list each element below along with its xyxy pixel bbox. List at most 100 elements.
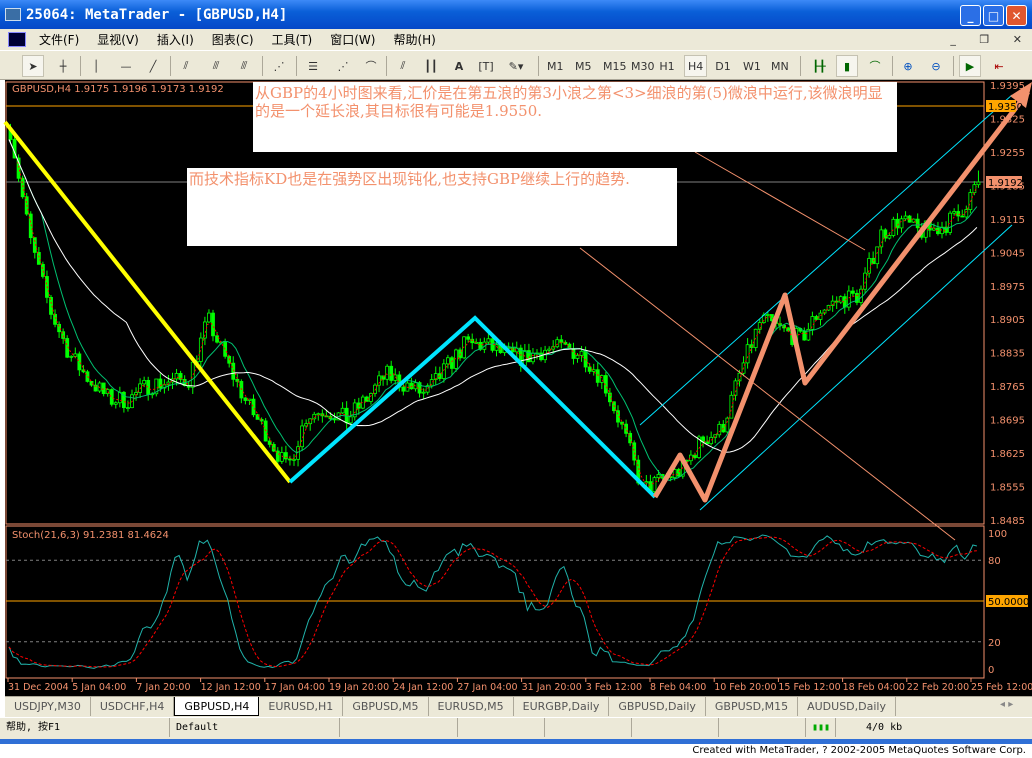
candle	[952, 211, 957, 214]
candle	[288, 458, 292, 461]
price-tick-label: 1.9115	[990, 215, 1025, 226]
candle	[53, 313, 57, 325]
time-tick-label: 3 Feb 12:00	[586, 682, 642, 693]
candle	[510, 347, 515, 353]
candle	[656, 474, 661, 479]
candle	[251, 398, 256, 416]
status-help: 帮助, 按F1	[0, 718, 170, 737]
taskbar-strip	[0, 739, 1032, 744]
pointer-arrow-1	[694, 151, 866, 251]
candle	[445, 357, 450, 365]
price-tick-label: 1.8905	[990, 315, 1025, 326]
candle	[401, 386, 406, 392]
candle	[101, 382, 106, 395]
candle	[215, 335, 219, 343]
tab-eurusd-m5[interactable]: EURUSD,M5	[429, 697, 514, 716]
candle	[340, 407, 345, 414]
candle	[883, 229, 888, 239]
time-tick-label: 8 Feb 04:00	[650, 682, 706, 693]
candle	[851, 290, 855, 294]
price-tick-label: 1.9395	[990, 81, 1025, 92]
candle	[802, 330, 807, 341]
candle	[486, 338, 491, 343]
time-tick-label: 10 Feb 20:00	[714, 682, 776, 693]
stoch-tick-label: 80	[988, 556, 1001, 567]
stoch-k-line	[8, 534, 978, 669]
candle	[818, 312, 823, 320]
price-tick-label: 1.8835	[990, 349, 1025, 360]
candle	[964, 209, 969, 218]
candle	[126, 407, 130, 410]
candle	[891, 218, 896, 236]
candle	[709, 436, 714, 445]
time-tick-label: 31 Dec 2004	[8, 682, 69, 693]
candle	[575, 355, 580, 359]
tab-gbpusd-daily[interactable]: GBPUSD,Daily	[609, 697, 706, 716]
candle	[765, 314, 770, 316]
candle	[142, 379, 147, 385]
candle	[316, 413, 321, 416]
time-tick-label: 24 Jan 12:00	[393, 682, 453, 693]
stoch-frame	[5, 525, 985, 679]
candle	[389, 365, 394, 381]
candle	[73, 353, 78, 357]
candle	[441, 363, 446, 379]
candle	[275, 450, 280, 462]
channel-lower-line	[699, 224, 1013, 511]
candle	[466, 336, 471, 340]
status-bar: 帮助, 按F1 Default ▮▮▮ 4/0 kb	[0, 718, 1032, 739]
chart-tabs: USDJPY,M30 USDCHF,H4 GBPUSD,H4 EURUSD,H1 GBP…	[5, 696, 1032, 717]
time-tick-label: 17 Jan 04:00	[265, 682, 325, 693]
current-price-label: 1.9192	[988, 178, 1023, 189]
candle	[705, 441, 709, 445]
candle	[976, 181, 981, 186]
candle	[385, 365, 390, 380]
stoch-tick-label: 50.0000	[988, 597, 1029, 608]
price-tick-label: 1.9255	[990, 148, 1025, 159]
tab-gbpusd-m5[interactable]: GBPUSD,M5	[343, 697, 429, 716]
stoch-tick-label: 20	[988, 638, 1001, 649]
time-tick-label: 22 Feb 20:00	[907, 682, 969, 693]
tab-eurusd-h1[interactable]: EURUSD,H1	[259, 697, 344, 716]
time-tick-label: 5 Jan 04:00	[72, 682, 126, 693]
stoch-header: Stoch(21,6,3) 91.2381 81.4624	[12, 530, 169, 541]
candle	[895, 218, 900, 229]
candle	[41, 263, 45, 277]
tab-usdjpy-m30[interactable]: USDJPY,M30	[5, 697, 91, 716]
candle	[915, 218, 920, 229]
candle	[899, 218, 904, 229]
annotation-box-1: 从GBP的4小时图来看,汇价是在第五浪的第3小浪之第<3>细浪的第(5)微浪中运…	[253, 82, 897, 152]
candle	[198, 337, 203, 362]
candle	[689, 454, 693, 462]
price-tick-label: 1.8625	[990, 449, 1025, 460]
tab-scroll-arrows[interactable]: ◂ ▸	[1000, 699, 1013, 710]
candle	[348, 416, 353, 424]
candle	[960, 215, 965, 218]
candle	[207, 312, 211, 323]
tab-eurgbp-daily[interactable]: EURGBP,Daily	[514, 697, 610, 716]
pointer-arrow-2	[579, 247, 956, 541]
time-tick-label: 12 Jan 12:00	[201, 682, 261, 693]
tab-audusd-daily[interactable]: AUDUSD,Daily	[798, 697, 896, 716]
candle	[948, 212, 952, 233]
time-tick-label: 7 Jan 20:00	[136, 682, 190, 693]
candle	[624, 423, 628, 434]
tab-usdchf-h4[interactable]: USDCHF,H4	[91, 697, 175, 716]
candle	[243, 397, 248, 401]
tab-gbpusd-m15[interactable]: GBPUSD,M15	[706, 697, 799, 716]
tab-gbpusd-h4[interactable]: GBPUSD,H4	[174, 697, 260, 716]
candle	[409, 382, 414, 390]
stoch-tick-label: 100	[988, 529, 1007, 540]
price-tick-label: 1.8975	[990, 282, 1025, 293]
candle	[146, 379, 151, 395]
time-tick-label: 15 Feb 12:00	[778, 682, 840, 693]
candle	[595, 369, 600, 383]
candle	[158, 378, 163, 389]
candle	[450, 357, 454, 369]
price-tick-label: 1.8765	[990, 382, 1025, 393]
candle	[887, 235, 892, 239]
candle	[369, 393, 373, 402]
candle	[579, 350, 584, 356]
stoch-tick-label: 0	[988, 665, 994, 676]
candle	[69, 355, 74, 358]
